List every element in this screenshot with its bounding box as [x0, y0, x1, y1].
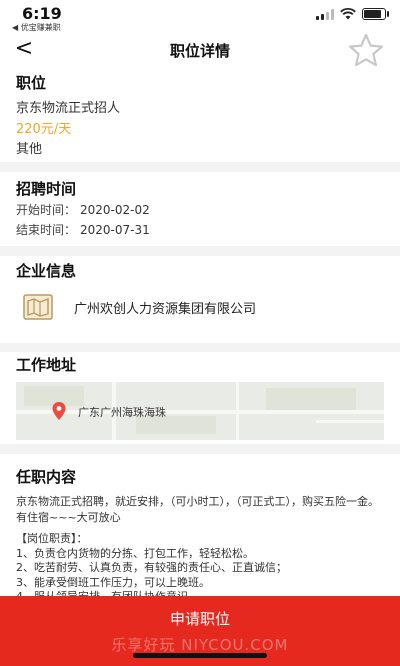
- status-icons: [316, 8, 389, 20]
- job-section: 职位 京东物流正式招人 220元/天 其他: [0, 66, 400, 162]
- company-section: 企业信息 广州欢创人力资源集团有限公司: [0, 256, 400, 343]
- job-section-title: 职位: [16, 74, 47, 92]
- battery-icon: [362, 8, 389, 20]
- home-indicator[interactable]: [133, 653, 267, 658]
- duty-list: 【岗位职责】： 1、负责仓内货物的分拣、打包工作，轻轻松松。 2、吃苦耐劳、认真…: [16, 532, 388, 599]
- duty-item: 1、负责仓内货物的分拣、打包工作，轻轻松松。: [16, 546, 254, 560]
- signal-icon: [316, 8, 334, 20]
- duty-section-title: 任职内容: [16, 468, 77, 486]
- end-time-label: 结束时间：: [16, 223, 77, 237]
- end-time-value: 2020-07-31: [80, 223, 150, 237]
- company-row[interactable]: 广州欢创人力资源集团有限公司: [0, 286, 400, 336]
- star-outline-icon[interactable]: [346, 32, 386, 70]
- wifi-icon: [340, 8, 356, 20]
- start-time-label: 开始时间：: [16, 203, 77, 217]
- duty-section: 任职内容 京东物流正式招聘，就近安排，（可小时工），（可正式工），购买五险一金。…: [0, 454, 400, 599]
- company-section-title: 企业信息: [16, 262, 77, 280]
- map-address-text: 广东广州海珠海珠: [78, 406, 166, 419]
- apply-button-label: 申请职位: [169, 610, 230, 628]
- recruit-time-section: 招聘时间 开始时间： 2020-02-02 结束时间： 2020-07-31: [0, 172, 400, 246]
- salary: 220元/天: [16, 122, 72, 137]
- company-logo-icon: [23, 294, 53, 320]
- recruit-time-title: 招聘时间: [16, 180, 77, 198]
- watermark-text: 乐享好玩 NIYCOU.COM: [111, 636, 289, 654]
- address-map[interactable]: 广东广州海珠海珠: [16, 382, 384, 440]
- duty-item: 3、能承受倒班工作压力，可以上晚班。: [16, 575, 210, 589]
- location-pin-icon: [52, 402, 66, 420]
- status-back-to-app[interactable]: ◀ 优宝赚兼职: [12, 22, 61, 33]
- status-bar: 6:19 ◀ 优宝赚兼职: [0, 0, 400, 34]
- company-name: 广州欢创人力资源集团有限公司: [74, 302, 257, 317]
- end-time-row: 结束时间： 2020-07-31: [16, 221, 150, 238]
- status-time: 6:19: [22, 4, 62, 23]
- start-time-value: 2020-02-02: [80, 203, 150, 217]
- duty-description: 京东物流正式招聘，就近安排，（可小时工），（可正式工），购买五险一金。有住宿~~…: [16, 495, 379, 524]
- address-section-title: 工作地址: [16, 356, 77, 374]
- page-title: 职位详情: [169, 42, 230, 60]
- address-section: 工作地址 广东广州海珠海珠: [0, 352, 400, 444]
- job-name: 京东物流正式招人: [16, 101, 121, 116]
- start-time-row: 开始时间： 2020-02-02: [16, 201, 150, 218]
- apply-button[interactable]: 申请职位 乐享好玩 NIYCOU.COM: [0, 596, 400, 666]
- nav-bar: < 职位详情: [0, 33, 400, 67]
- job-category: 其他: [16, 142, 43, 157]
- duty-item: 【岗位职责】：: [16, 532, 88, 545]
- duty-item: 2、吃苦耐劳、认真负责，有较强的责任心、正直诚信；: [16, 561, 287, 574]
